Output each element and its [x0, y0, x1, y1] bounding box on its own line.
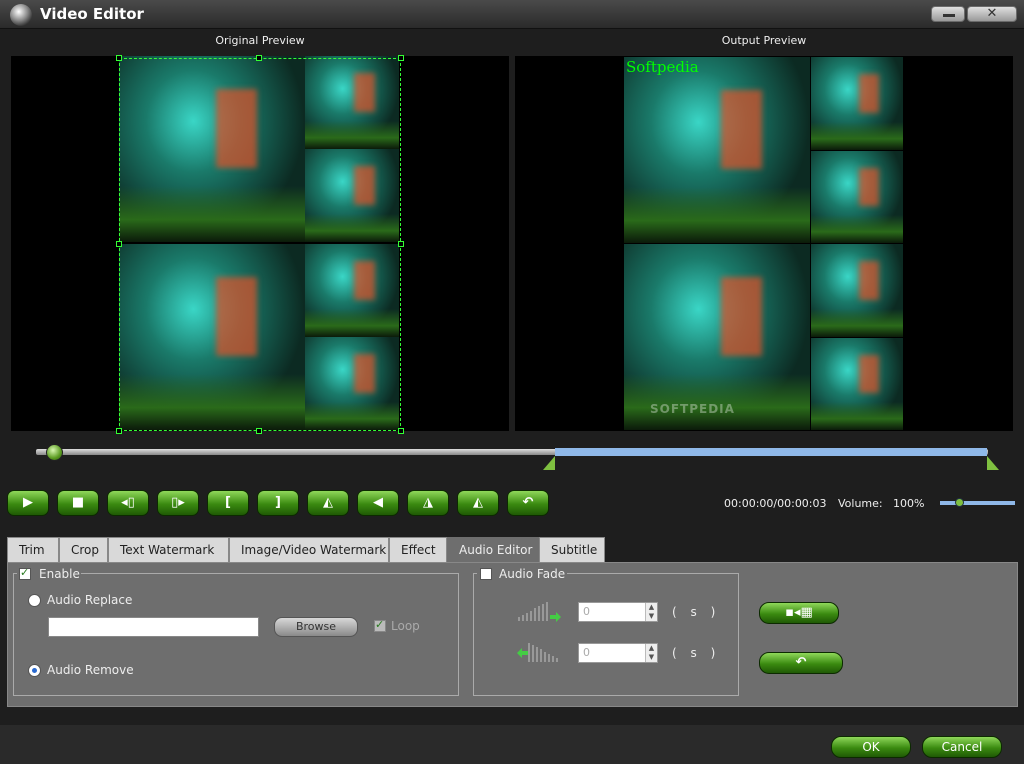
playhead-knob[interactable] — [46, 444, 63, 461]
cancel-button[interactable]: Cancel — [922, 736, 1002, 758]
audio-fade-label: Audio Fade — [499, 567, 566, 581]
video-frame-tile — [305, 149, 399, 242]
fade-out-input[interactable]: 0 ▲ ▼ — [578, 643, 658, 663]
tab-subtitle[interactable]: Subtitle — [539, 537, 605, 562]
fade-in-input[interactable]: 0 ▲ ▼ — [578, 602, 658, 622]
browse-button[interactable]: Browse — [274, 617, 358, 637]
audio-remove-radio[interactable] — [28, 664, 41, 677]
output-preview: Softpedia SOFTPEDIA — [515, 56, 1013, 431]
next-frame-button[interactable]: ▯▸ — [157, 490, 199, 516]
enable-label: Enable — [39, 567, 80, 581]
time-readout: 00:00:00/00:00:03 — [724, 497, 827, 510]
video-frame-tile — [305, 56, 399, 149]
flip-horizontal-button[interactable]: ◭ — [307, 490, 349, 516]
tab-audio-editor[interactable]: Audio Editor — [447, 537, 539, 562]
video-frame-tile — [811, 244, 903, 337]
video-frame-tile — [811, 338, 903, 430]
spin-arrows-icon[interactable]: ▲ ▼ — [645, 644, 657, 662]
video-frame-tile — [119, 244, 305, 430]
rotate-left-icon: ◮ — [423, 495, 433, 510]
video-frame-tile — [305, 244, 399, 337]
tab-image-video-watermark[interactable]: Image/Video Watermark — [229, 537, 389, 562]
stop-icon: ■ — [71, 495, 85, 510]
fade-out-unit: ( s ) — [672, 646, 721, 660]
loop-checkbox[interactable] — [374, 618, 386, 632]
stop-button[interactable]: ■ — [57, 490, 99, 516]
audio-replace-radio[interactable] — [28, 594, 41, 607]
rotate-right-button[interactable]: ◭ — [457, 490, 499, 516]
set-end-button[interactable]: ] — [257, 490, 299, 516]
bracket-left-icon: [ — [225, 495, 231, 510]
volume-label: Volume: — [838, 497, 883, 510]
video-frame-tile — [624, 57, 810, 243]
trim-start-marker[interactable] — [543, 456, 555, 470]
flip-horizontal-icon: ◭ — [323, 495, 333, 510]
trim-end-marker[interactable] — [987, 456, 999, 470]
title-bar — [0, 0, 1024, 29]
volume-slider[interactable] — [940, 501, 1015, 505]
reset-button[interactable]: ↶ — [507, 490, 549, 516]
audio-fade-group — [473, 573, 739, 696]
video-frame-tile — [119, 56, 305, 242]
rotate-left-button[interactable]: ◮ — [407, 490, 449, 516]
play-icon: ▶ — [23, 495, 33, 510]
prev-frame-icon: ◂▯ — [121, 495, 135, 510]
video-frame-tile — [811, 151, 903, 243]
undo-icon: ↶ — [522, 495, 534, 510]
output-preview-caption: Output Preview — [721, 34, 807, 47]
tab-trim[interactable]: Trim — [7, 537, 59, 562]
undo-icon: ↶ — [795, 655, 807, 670]
window-title: Video Editor — [40, 5, 144, 23]
tab-effect[interactable]: Effect — [389, 537, 447, 562]
app-logo-icon — [10, 4, 32, 26]
set-start-button[interactable]: [ — [207, 490, 249, 516]
video-frame-tile — [305, 337, 399, 430]
enable-checkbox[interactable] — [19, 566, 31, 580]
volume-value: 100% — [893, 497, 925, 510]
ok-button[interactable]: OK — [831, 736, 911, 758]
bracket-right-icon: ] — [275, 495, 281, 510]
original-preview[interactable] — [11, 55, 509, 434]
tab-crop[interactable]: Crop — [59, 537, 108, 562]
volume-knob[interactable] — [955, 498, 964, 507]
original-preview-caption: Original Preview — [215, 34, 305, 47]
loop-label: Loop — [391, 619, 420, 633]
timeline-selection — [555, 448, 987, 456]
audio-path-input[interactable] — [48, 617, 259, 637]
audio-remove-label: Audio Remove — [47, 663, 134, 677]
next-frame-icon: ▯▸ — [171, 495, 185, 510]
prev-frame-button[interactable]: ◂▯ — [107, 490, 149, 516]
apply-to-all-button[interactable]: ▪◂▦ — [759, 602, 839, 624]
audio-fade-checkbox[interactable] — [480, 568, 492, 580]
restore-button[interactable]: ↶ — [759, 652, 843, 674]
audio-replace-label: Audio Replace — [47, 593, 133, 607]
flip-vertical-button[interactable]: ◀ — [357, 490, 399, 516]
watermark-logo: SOFTPEDIA — [650, 402, 735, 416]
minimize-button[interactable] — [931, 6, 965, 22]
fade-in-unit: ( s ) — [672, 605, 721, 619]
fade-in-icon — [518, 602, 561, 622]
spin-arrows-icon[interactable]: ▲ ▼ — [645, 603, 657, 621]
flip-vertical-icon: ◀ — [373, 495, 383, 510]
text-watermark: Softpedia — [626, 58, 699, 76]
tab-text-watermark[interactable]: Text Watermark — [108, 537, 229, 562]
close-button[interactable]: ✕ — [967, 6, 1017, 22]
video-frame-tile — [811, 57, 903, 150]
close-icon: ✕ — [986, 6, 998, 21]
rotate-right-icon: ◭ — [473, 495, 483, 510]
play-button[interactable]: ▶ — [7, 490, 49, 516]
apply-to-all-icon: ▪◂▦ — [785, 605, 813, 620]
fade-out-icon — [517, 643, 558, 662]
